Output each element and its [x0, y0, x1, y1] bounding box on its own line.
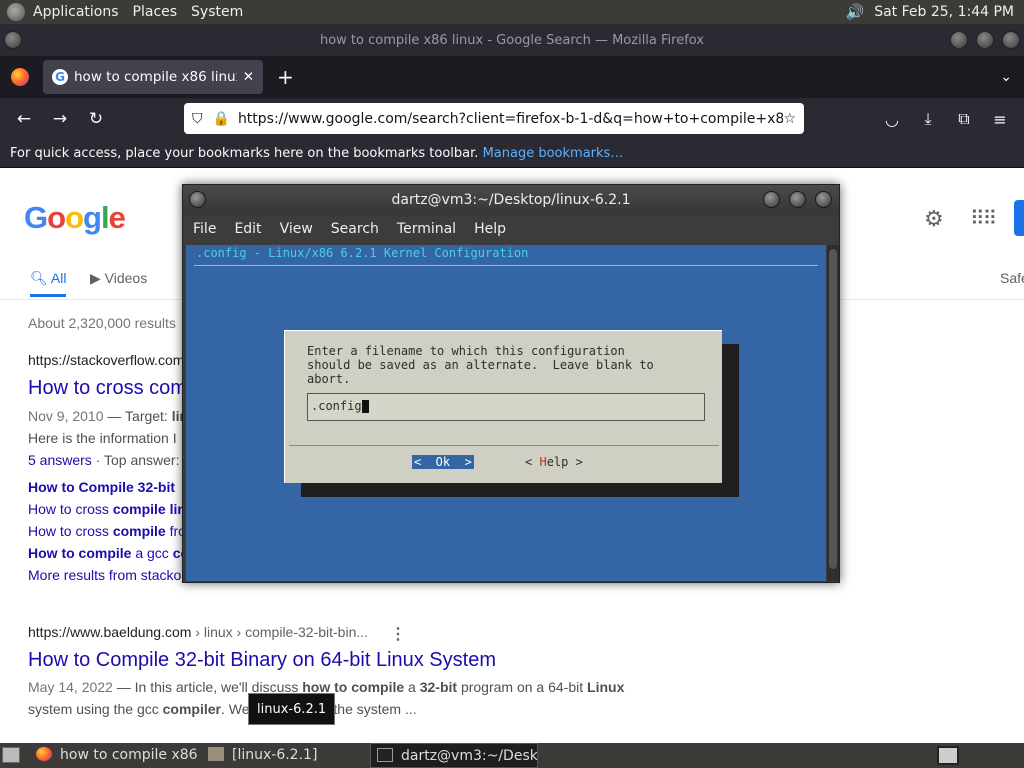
menuconfig-header: .config - Linux/x86 6.2.1 Kernel Configu… [196, 246, 529, 260]
menu-search[interactable]: Search [331, 221, 379, 237]
window-menu-icon[interactable] [4, 31, 22, 49]
terminal-title: dartz@vm3:~/Desktop/linux-6.2.1 [391, 192, 631, 208]
pocket-icon[interactable]: ◡ [874, 110, 910, 129]
safesearch-label[interactable]: Safe [1000, 270, 1024, 286]
terminal-window-menu-icon[interactable] [189, 191, 206, 208]
sign-in-button[interactable] [1014, 200, 1024, 236]
firefox-icon [36, 747, 52, 761]
tab-videos[interactable]: ▶ Videos [90, 270, 147, 287]
settings-gear-icon[interactable]: ⚙ [924, 206, 944, 232]
header-rule [194, 265, 818, 266]
taskbar-item-folder[interactable]: [linux-6.2.1] [202, 743, 370, 768]
volume-icon[interactable]: 🔊 [846, 3, 865, 21]
result-title[interactable]: How to cross com [28, 377, 187, 400]
terminal-scrollbar[interactable] [827, 245, 839, 581]
sublink[interactable]: How to Compile 32-bit [28, 479, 175, 495]
terminal-minimize-button[interactable] [763, 191, 780, 208]
lock-icon[interactable]: 🔒 [213, 111, 230, 127]
downloads-icon[interactable]: ⤓ [910, 109, 946, 129]
top-panel: Applications Places System 🔊 Sat Feb 25,… [0, 0, 1024, 24]
bookmark-star-icon[interactable]: ☆ [783, 111, 796, 127]
more-options-icon[interactable]: ⋮ [390, 624, 406, 644]
result-title[interactable]: How to Compile 32-bit Binary on 64-bit L… [28, 649, 496, 672]
save-config-dialog: Enter a filename to which this configura… [284, 330, 722, 483]
places-menu[interactable]: Places [133, 4, 178, 20]
terminal-icon [377, 748, 393, 762]
applications-menu[interactable]: Applications [33, 4, 119, 20]
forward-arrow-icon[interactable]: → [42, 109, 78, 129]
google-logo[interactable]: Google [24, 200, 126, 236]
folder-icon [208, 747, 224, 761]
url-text[interactable]: https://www.google.com/search?client=fir… [238, 111, 784, 127]
navigation-bar: ← → ↻ ⛉ 🔒 https://www.google.com/search?… [0, 98, 1024, 140]
google-apps-grid-icon[interactable]: ⠿⠿ [970, 206, 997, 231]
manage-bookmarks-link[interactable]: Manage bookmarks… [483, 146, 624, 161]
trash-icon[interactable] [937, 746, 959, 765]
gnome-foot-icon[interactable] [7, 3, 25, 21]
terminal-titlebar[interactable]: dartz@vm3:~/Desktop/linux-6.2.1 [183, 185, 839, 215]
new-tab-button[interactable]: + [277, 65, 294, 89]
more-results-link[interactable]: More results from stacko [28, 567, 181, 583]
filename-input[interactable]: .config [307, 393, 705, 421]
bookmarks-toolbar: For quick access, place your bookmarks h… [0, 140, 1024, 168]
text-cursor [361, 400, 369, 413]
taskbar-tooltip: linux-6.2.1 [248, 693, 336, 725]
firefox-logo-icon[interactable] [11, 68, 29, 86]
firefox-titlebar: how to compile x86 linux - Google Search… [0, 24, 1024, 56]
sublink[interactable]: How to compile a gcc co [28, 545, 189, 561]
tab-bar: G how to compile x86 linux - G ✕ + ⌄ [0, 56, 1024, 98]
sublink[interactable]: How to cross compile lin [28, 501, 186, 517]
result-stats: About 2,320,000 results [28, 315, 176, 331]
filename-value[interactable]: .config [311, 399, 362, 413]
hamburger-menu-icon[interactable]: ≡ [982, 110, 1018, 129]
terminal-window[interactable]: dartz@vm3:~/Desktop/linux-6.2.1 File Edi… [182, 184, 840, 583]
tab-all[interactable]: 🔍︎ All [30, 270, 66, 287]
clock[interactable]: Sat Feb 25, 1:44 PM [874, 4, 1014, 20]
minimize-button[interactable] [950, 31, 968, 49]
taskbar-item-firefox[interactable]: how to compile x86 ... [30, 743, 202, 768]
terminal-menubar: File Edit View Search Terminal Help [183, 215, 839, 243]
terminal-screen[interactable]: .config - Linux/x86 6.2.1 Kernel Configu… [186, 245, 826, 581]
back-arrow-icon[interactable]: ← [6, 109, 42, 129]
terminal-close-button[interactable] [815, 191, 832, 208]
url-bar[interactable]: ⛉ 🔒 https://www.google.com/search?client… [184, 103, 804, 134]
sublink[interactable]: How to cross compile fro [28, 523, 186, 539]
close-button[interactable] [1002, 31, 1020, 49]
menu-edit[interactable]: Edit [234, 221, 261, 237]
menu-view[interactable]: View [280, 221, 313, 237]
dialog-prompt: Enter a filename to which this configura… [307, 344, 654, 386]
help-button[interactable]: < Help > [525, 455, 583, 469]
menu-help[interactable]: Help [474, 221, 506, 237]
taskbar-item-terminal[interactable]: dartz@vm3:~/Deskt... [370, 743, 538, 768]
shield-icon[interactable]: ⛉ [192, 111, 203, 127]
maximize-button[interactable] [976, 31, 994, 49]
bottom-panel: how to compile x86 ... [linux-6.2.1] dar… [0, 743, 1024, 768]
show-desktop-icon[interactable] [2, 747, 20, 763]
menu-terminal[interactable]: Terminal [397, 221, 456, 237]
answers-link[interactable]: 5 answers [28, 452, 92, 468]
active-tab-indicator [30, 294, 66, 297]
system-menu[interactable]: System [191, 4, 243, 20]
result-url[interactable]: https://stackoverflow.com [28, 352, 184, 368]
result-url[interactable]: https://www.baeldung.com › linux › compi… [28, 624, 368, 640]
google-favicon-icon: G [52, 69, 68, 85]
browser-tab[interactable]: G how to compile x86 linux - G ✕ [43, 60, 263, 94]
ok-button[interactable]: < Ok > [412, 455, 474, 469]
close-tab-icon[interactable]: ✕ [243, 69, 254, 85]
list-all-tabs-chevron-icon[interactable]: ⌄ [1000, 69, 1012, 85]
dialog-separator [289, 445, 719, 446]
extensions-icon[interactable]: ⧉ [946, 109, 982, 129]
terminal-maximize-button[interactable] [789, 191, 806, 208]
window-title: how to compile x86 linux - Google Search… [319, 32, 705, 48]
menu-file[interactable]: File [193, 221, 216, 237]
tab-title: how to compile x86 linux - G [74, 69, 237, 85]
reload-icon[interactable]: ↻ [78, 109, 114, 129]
scrollbar-thumb[interactable] [829, 249, 837, 569]
bookmarks-hint: For quick access, place your bookmarks h… [10, 146, 479, 161]
